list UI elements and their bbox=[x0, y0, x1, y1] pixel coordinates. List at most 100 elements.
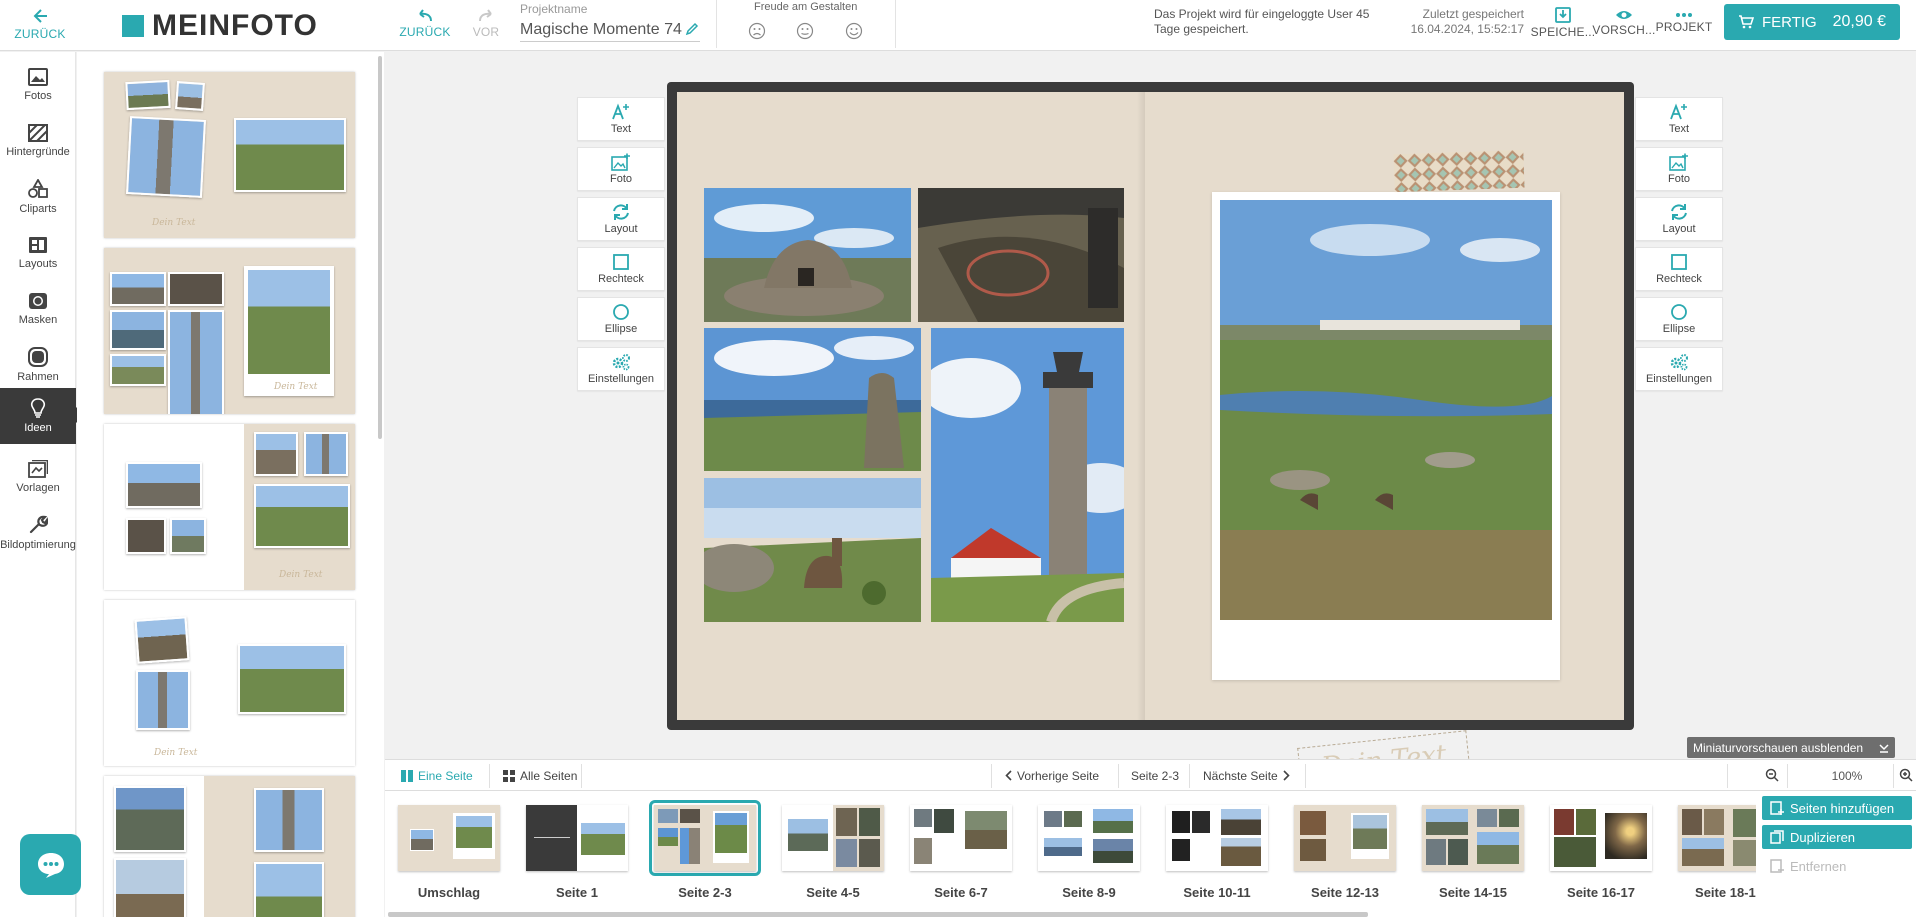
tool-fotos[interactable]: Fotos bbox=[0, 58, 76, 112]
hide-thumbnails-label: Miniaturvorschauen ausblenden bbox=[1693, 740, 1864, 755]
tool-ideen-label: Ideen bbox=[24, 422, 52, 434]
hide-thumbnails-button[interactable]: Miniaturvorschauen ausblenden bbox=[1687, 737, 1895, 758]
zoom-out-icon[interactable] bbox=[1765, 768, 1779, 782]
previous-page-button[interactable]: Vorherige Seite bbox=[1005, 760, 1099, 791]
save-button[interactable]: SPEICHE... bbox=[1531, 4, 1595, 42]
ideas-scrollbar[interactable] bbox=[378, 56, 382, 439]
remove-button[interactable]: Entfernen bbox=[1762, 854, 1912, 878]
add-ellipse-button[interactable]: Ellipse bbox=[577, 297, 665, 341]
add-rectangle-button[interactable]: Rechteck bbox=[1635, 247, 1723, 291]
add-text-button[interactable]: Text bbox=[577, 97, 665, 141]
thumbnail-label: Seite 2-3 bbox=[678, 885, 732, 900]
thumbnail-label: Seite 16-17 bbox=[1567, 885, 1635, 900]
tool-hintergruende[interactable]: Hintergründe bbox=[0, 114, 76, 168]
redo-label: VOR bbox=[472, 25, 500, 39]
idea-photo bbox=[170, 518, 206, 554]
sad-face-icon[interactable] bbox=[748, 22, 766, 40]
back-button[interactable]: ZURÜCK bbox=[10, 4, 70, 44]
idea-photo bbox=[254, 788, 324, 852]
view-one-page-button[interactable]: Eine Seite bbox=[401, 760, 473, 791]
done-button[interactable]: FERTIG 20,90 € bbox=[1724, 4, 1900, 40]
photo-icon bbox=[28, 68, 48, 86]
polaroid-frame[interactable]: Dein Text bbox=[1212, 192, 1560, 792]
tool-cliparts[interactable]: Cliparts bbox=[0, 170, 76, 224]
thumb-half bbox=[398, 805, 449, 871]
more-dots-icon bbox=[1676, 13, 1692, 17]
settings-button[interactable]: Einstellungen bbox=[1635, 347, 1723, 391]
idea-card[interactable]: Dein Text bbox=[104, 600, 355, 766]
add-text-button[interactable]: Text bbox=[1635, 97, 1723, 141]
tool-masken[interactable]: Masken bbox=[0, 282, 76, 336]
add-ellipse-label: Ellipse bbox=[1662, 323, 1696, 335]
neutral-face-icon[interactable] bbox=[796, 22, 814, 40]
add-photo-button[interactable]: Foto bbox=[577, 147, 665, 191]
photo-sheep[interactable] bbox=[704, 478, 921, 622]
cart-icon bbox=[1739, 15, 1754, 29]
chat-button[interactable] bbox=[20, 834, 81, 895]
undo-button[interactable]: ZURÜCK bbox=[399, 6, 450, 42]
page-thumbnails: Umschlag Seite 1 Seite 2-3 Seite 4-5 Sei… bbox=[385, 791, 1756, 917]
photo-landscape-alpacas[interactable] bbox=[1220, 200, 1552, 620]
settings-label: Einstellungen bbox=[1645, 373, 1713, 385]
current-page-indicator: Seite 2-3 bbox=[1131, 760, 1179, 791]
settings-button[interactable]: Einstellungen bbox=[577, 347, 665, 391]
thumbnail-label: Seite 6-7 bbox=[934, 885, 988, 900]
idea-card[interactable]: Dein Text bbox=[104, 424, 355, 590]
thumbnail-seite-18-19[interactable]: Seite 18-19 bbox=[1676, 803, 1756, 900]
thumbnail-seite-4-5[interactable]: Seite 4-5 bbox=[780, 803, 886, 900]
tool-vorlagen[interactable]: Vorlagen bbox=[0, 450, 76, 504]
idea-card[interactable]: Dein Text bbox=[104, 72, 355, 238]
project-menu-button[interactable]: PROJEKT bbox=[1652, 4, 1716, 42]
thumbnail-seite-2-3[interactable]: Seite 2-3 bbox=[649, 800, 761, 900]
ellipse-icon bbox=[1671, 304, 1687, 320]
preview-button[interactable]: VORSCH... bbox=[1592, 4, 1656, 42]
idea-photo bbox=[168, 272, 224, 306]
thumbnail-seite-8-9[interactable]: Seite 8-9 bbox=[1036, 803, 1142, 900]
redo-button[interactable]: VOR bbox=[466, 6, 506, 42]
tool-rahmen[interactable]: Rahmen bbox=[0, 338, 76, 392]
add-ellipse-button[interactable]: Ellipse bbox=[1635, 297, 1723, 341]
thumbnail-seite-10-11[interactable]: Seite 10-11 bbox=[1164, 803, 1270, 900]
idea-photo bbox=[304, 432, 348, 476]
tool-fotos-label: Fotos bbox=[24, 90, 52, 102]
add-pages-button[interactable]: Seiten hinzufügen bbox=[1762, 796, 1912, 820]
view-all-pages-button[interactable]: Alle Seiten bbox=[503, 760, 577, 791]
left-page[interactable] bbox=[677, 92, 1145, 720]
thumbnail-seite-12-13[interactable]: Seite 12-13 bbox=[1292, 803, 1398, 900]
project-name-input[interactable] bbox=[520, 18, 700, 42]
happy-face-icon[interactable] bbox=[845, 22, 863, 40]
tool-layouts[interactable]: Layouts bbox=[0, 226, 76, 280]
change-layout-button[interactable]: Layout bbox=[577, 197, 665, 241]
idea-card[interactable] bbox=[104, 776, 355, 917]
thumbnails-scrollbar[interactable] bbox=[388, 912, 1368, 917]
change-layout-button[interactable]: Layout bbox=[1635, 197, 1723, 241]
photo-standing-stone[interactable] bbox=[704, 328, 921, 471]
arrow-left-icon bbox=[33, 9, 47, 23]
photobook-spread: Dein Text bbox=[667, 82, 1634, 792]
add-rectangle-button[interactable]: Rechteck bbox=[577, 247, 665, 291]
thumbnail-label: Umschlag bbox=[417, 885, 481, 900]
thumbnail-seite-6-7[interactable]: Seite 6-7 bbox=[908, 803, 1014, 900]
zoom-in-icon[interactable] bbox=[1899, 768, 1913, 782]
tool-ideen[interactable]: Ideen bbox=[0, 388, 84, 444]
add-photo-button[interactable]: Foto bbox=[1635, 147, 1723, 191]
remove-label: Entfernen bbox=[1790, 858, 1847, 874]
idea-photo bbox=[110, 354, 166, 386]
photo-lighthouse[interactable] bbox=[931, 328, 1124, 622]
thumbnail-seite-14-15[interactable]: Seite 14-15 bbox=[1420, 803, 1526, 900]
thumbnail-seite-1[interactable]: Seite 1 bbox=[524, 803, 630, 900]
layout-icon bbox=[29, 237, 47, 253]
photo-stone-hut[interactable] bbox=[704, 188, 911, 322]
thumbnail-umschlag[interactable]: Umschlag bbox=[396, 803, 502, 900]
page-nav-bar: Eine Seite Alle Seiten Vorherige Seite S… bbox=[385, 759, 1916, 791]
photo-feet-ground[interactable] bbox=[918, 188, 1124, 322]
next-page-button[interactable]: Nächste Seite bbox=[1203, 760, 1290, 791]
idea-card[interactable]: Dein Text bbox=[104, 248, 355, 414]
add-pages-label: Seiten hinzufügen bbox=[1790, 800, 1895, 816]
tool-bildoptimierung[interactable]: Bildoptimierung bbox=[0, 506, 76, 560]
pencil-icon[interactable] bbox=[685, 22, 699, 36]
duplicate-button[interactable]: Duplizieren bbox=[1762, 825, 1912, 849]
thumbnail-seite-16-17[interactable]: Seite 16-17 bbox=[1548, 803, 1654, 900]
background-icon bbox=[28, 124, 48, 142]
idea-photo bbox=[125, 79, 171, 111]
